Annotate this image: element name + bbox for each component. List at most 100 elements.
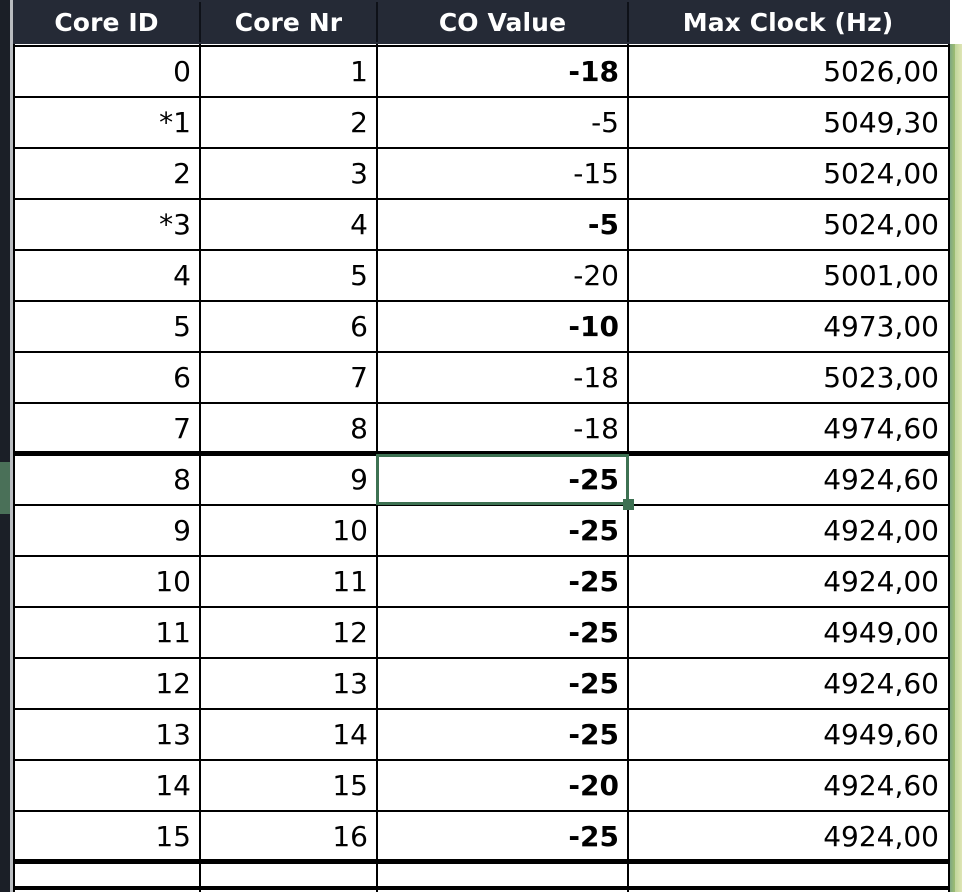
cell-core_nr[interactable]: 4 [200, 199, 377, 250]
grid-line-horizontal [13, 555, 950, 557]
cell-max_clock[interactable]: 4924,60 [628, 454, 948, 505]
cell-co_value[interactable]: -25 [377, 811, 628, 862]
cell-core_id[interactable]: 7 [13, 403, 200, 454]
table-row[interactable]: 10 11 -25 4924,00 [13, 556, 950, 607]
cell-core_nr[interactable]: 10 [200, 505, 377, 556]
grid-line-horizontal [13, 198, 950, 200]
cell-max_clock[interactable]: 4974,60 [628, 403, 948, 454]
cell-core_id[interactable]: *3 [13, 199, 200, 250]
cell-co_value[interactable]: -25 [377, 556, 628, 607]
cell-max_clock[interactable]: 4924,00 [628, 811, 948, 862]
cell-max_clock[interactable]: 4924,00 [628, 505, 948, 556]
cell-core_id[interactable]: 11 [13, 607, 200, 658]
cell-max_clock[interactable]: 4973,00 [628, 301, 948, 352]
column-header-divider [199, 2, 201, 42]
cell-core_nr[interactable]: 6 [200, 301, 377, 352]
cell-core_id[interactable]: 15 [13, 811, 200, 862]
column-header-1[interactable]: Core Nr [200, 0, 377, 44]
cell-max_clock[interactable]: 4924,60 [628, 760, 948, 811]
cell-max_clock[interactable]: 4924,60 [628, 658, 948, 709]
table-row[interactable]: 11 12 -25 4949,00 [13, 607, 950, 658]
cell-co_value[interactable]: -20 [377, 250, 628, 301]
row-header-gutter[interactable] [0, 0, 10, 892]
grid-line-vertical [627, 44, 629, 892]
cell-max_clock[interactable]: 5049,30 [628, 97, 948, 148]
table-row[interactable]: 8 9 -25 4924,60 [13, 454, 950, 505]
cell-co_value[interactable]: -25 [377, 505, 628, 556]
cell-core_nr[interactable]: 12 [200, 607, 377, 658]
cell-co_value[interactable]: -18 [377, 403, 628, 454]
cell-co_value[interactable]: -25 [377, 658, 628, 709]
cell-core_id[interactable]: 9 [13, 505, 200, 556]
table-row[interactable]: 0 1 -18 5026,00 [13, 46, 950, 97]
row-header-divider [10, 0, 13, 892]
cell-co_value[interactable]: -5 [377, 97, 628, 148]
cell-max_clock[interactable]: 5024,00 [628, 148, 948, 199]
cell-core_id[interactable]: 2 [13, 148, 200, 199]
column-header-2[interactable]: CO Value [377, 0, 628, 44]
grid-line-horizontal [13, 810, 950, 812]
column-header-0[interactable]: Core ID [13, 0, 200, 44]
cell-core_nr[interactable]: 7 [200, 352, 377, 403]
column-header-3[interactable]: Max Clock (Hz) [628, 0, 948, 44]
cell-core_nr[interactable]: 16 [200, 811, 377, 862]
cell-core_nr[interactable]: 1 [200, 46, 377, 97]
cell-max_clock[interactable]: 5023,00 [628, 352, 948, 403]
cell-core_id[interactable]: 8 [13, 454, 200, 505]
grid-line-horizontal [13, 759, 950, 761]
adjacent-column-strip-fade [955, 44, 962, 892]
cell-co_value[interactable]: -18 [377, 352, 628, 403]
cell-co_value[interactable]: -20 [377, 760, 628, 811]
cell-co_value[interactable]: -10 [377, 301, 628, 352]
table-row[interactable]: 6 7 -18 5023,00 [13, 352, 950, 403]
cell-co_value[interactable]: -18 [377, 46, 628, 97]
cell-core_nr[interactable]: 3 [200, 148, 377, 199]
cell-co_value[interactable]: -25 [377, 454, 628, 505]
cell-max_clock[interactable]: 5024,00 [628, 199, 948, 250]
table-row[interactable]: 15 16 -25 4924,00 [13, 811, 950, 862]
cell-co_value[interactable]: -5 [377, 199, 628, 250]
cell-co_value[interactable]: -15 [377, 148, 628, 199]
cell-core_nr[interactable]: 15 [200, 760, 377, 811]
cell-core_nr[interactable]: 13 [200, 658, 377, 709]
grid-line-horizontal [13, 351, 950, 353]
cell-co_value[interactable]: -25 [377, 709, 628, 760]
cell-core_id[interactable]: 14 [13, 760, 200, 811]
cell-max_clock[interactable]: 4949,00 [628, 607, 948, 658]
table-row[interactable]: 14 15 -20 4924,60 [13, 760, 950, 811]
table-row[interactable]: 13 14 -25 4949,60 [13, 709, 950, 760]
cell-core_id[interactable]: *1 [13, 97, 200, 148]
cell-max_clock[interactable]: 4924,00 [628, 556, 948, 607]
cell-max_clock[interactable]: 4949,60 [628, 709, 948, 760]
table-row[interactable]: 7 8 -18 4974,60 [13, 403, 950, 454]
cell-core_id[interactable]: 0 [13, 46, 200, 97]
cell-co_value[interactable]: -25 [377, 607, 628, 658]
table-row[interactable]: 12 13 -25 4924,60 [13, 658, 950, 709]
cell-core_nr[interactable]: 5 [200, 250, 377, 301]
table-row[interactable]: 4 5 -20 5001,00 [13, 250, 950, 301]
cell-core_nr[interactable]: 2 [200, 97, 377, 148]
cell-core_nr[interactable]: 9 [200, 454, 377, 505]
table-row[interactable]: 2 3 -15 5024,00 [13, 148, 950, 199]
cell-core_nr[interactable]: 8 [200, 403, 377, 454]
grid-line-horizontal [13, 657, 950, 659]
table-row[interactable]: *1 2 -5 5049,30 [13, 97, 950, 148]
grid-line-horizontal [13, 606, 950, 608]
table-row[interactable]: 5 6 -10 4973,00 [13, 301, 950, 352]
cell-core_nr[interactable]: 11 [200, 556, 377, 607]
table-body: 0 1 -18 5026,00 *1 2 -5 5049,30 2 3 -15 5024,00 *3 4-… [13, 44, 950, 892]
cell-max_clock[interactable]: 5026,00 [628, 46, 948, 97]
table-border-bottom [13, 886, 950, 890]
cell-core_id[interactable]: 10 [13, 556, 200, 607]
fill-handle[interactable] [623, 499, 634, 510]
cell-max_clock[interactable]: 5001,00 [628, 250, 948, 301]
cell-core_id[interactable]: 4 [13, 250, 200, 301]
table-row[interactable]: 9 10 -25 4924,00 [13, 505, 950, 556]
grid-line-vertical [376, 44, 378, 892]
table-row[interactable]: *3 4 -5 5024,00 [13, 199, 950, 250]
cell-core_id[interactable]: 5 [13, 301, 200, 352]
cell-core_id[interactable]: 6 [13, 352, 200, 403]
cell-core_id[interactable]: 13 [13, 709, 200, 760]
cell-core_id[interactable]: 12 [13, 658, 200, 709]
cell-core_nr[interactable]: 14 [200, 709, 377, 760]
